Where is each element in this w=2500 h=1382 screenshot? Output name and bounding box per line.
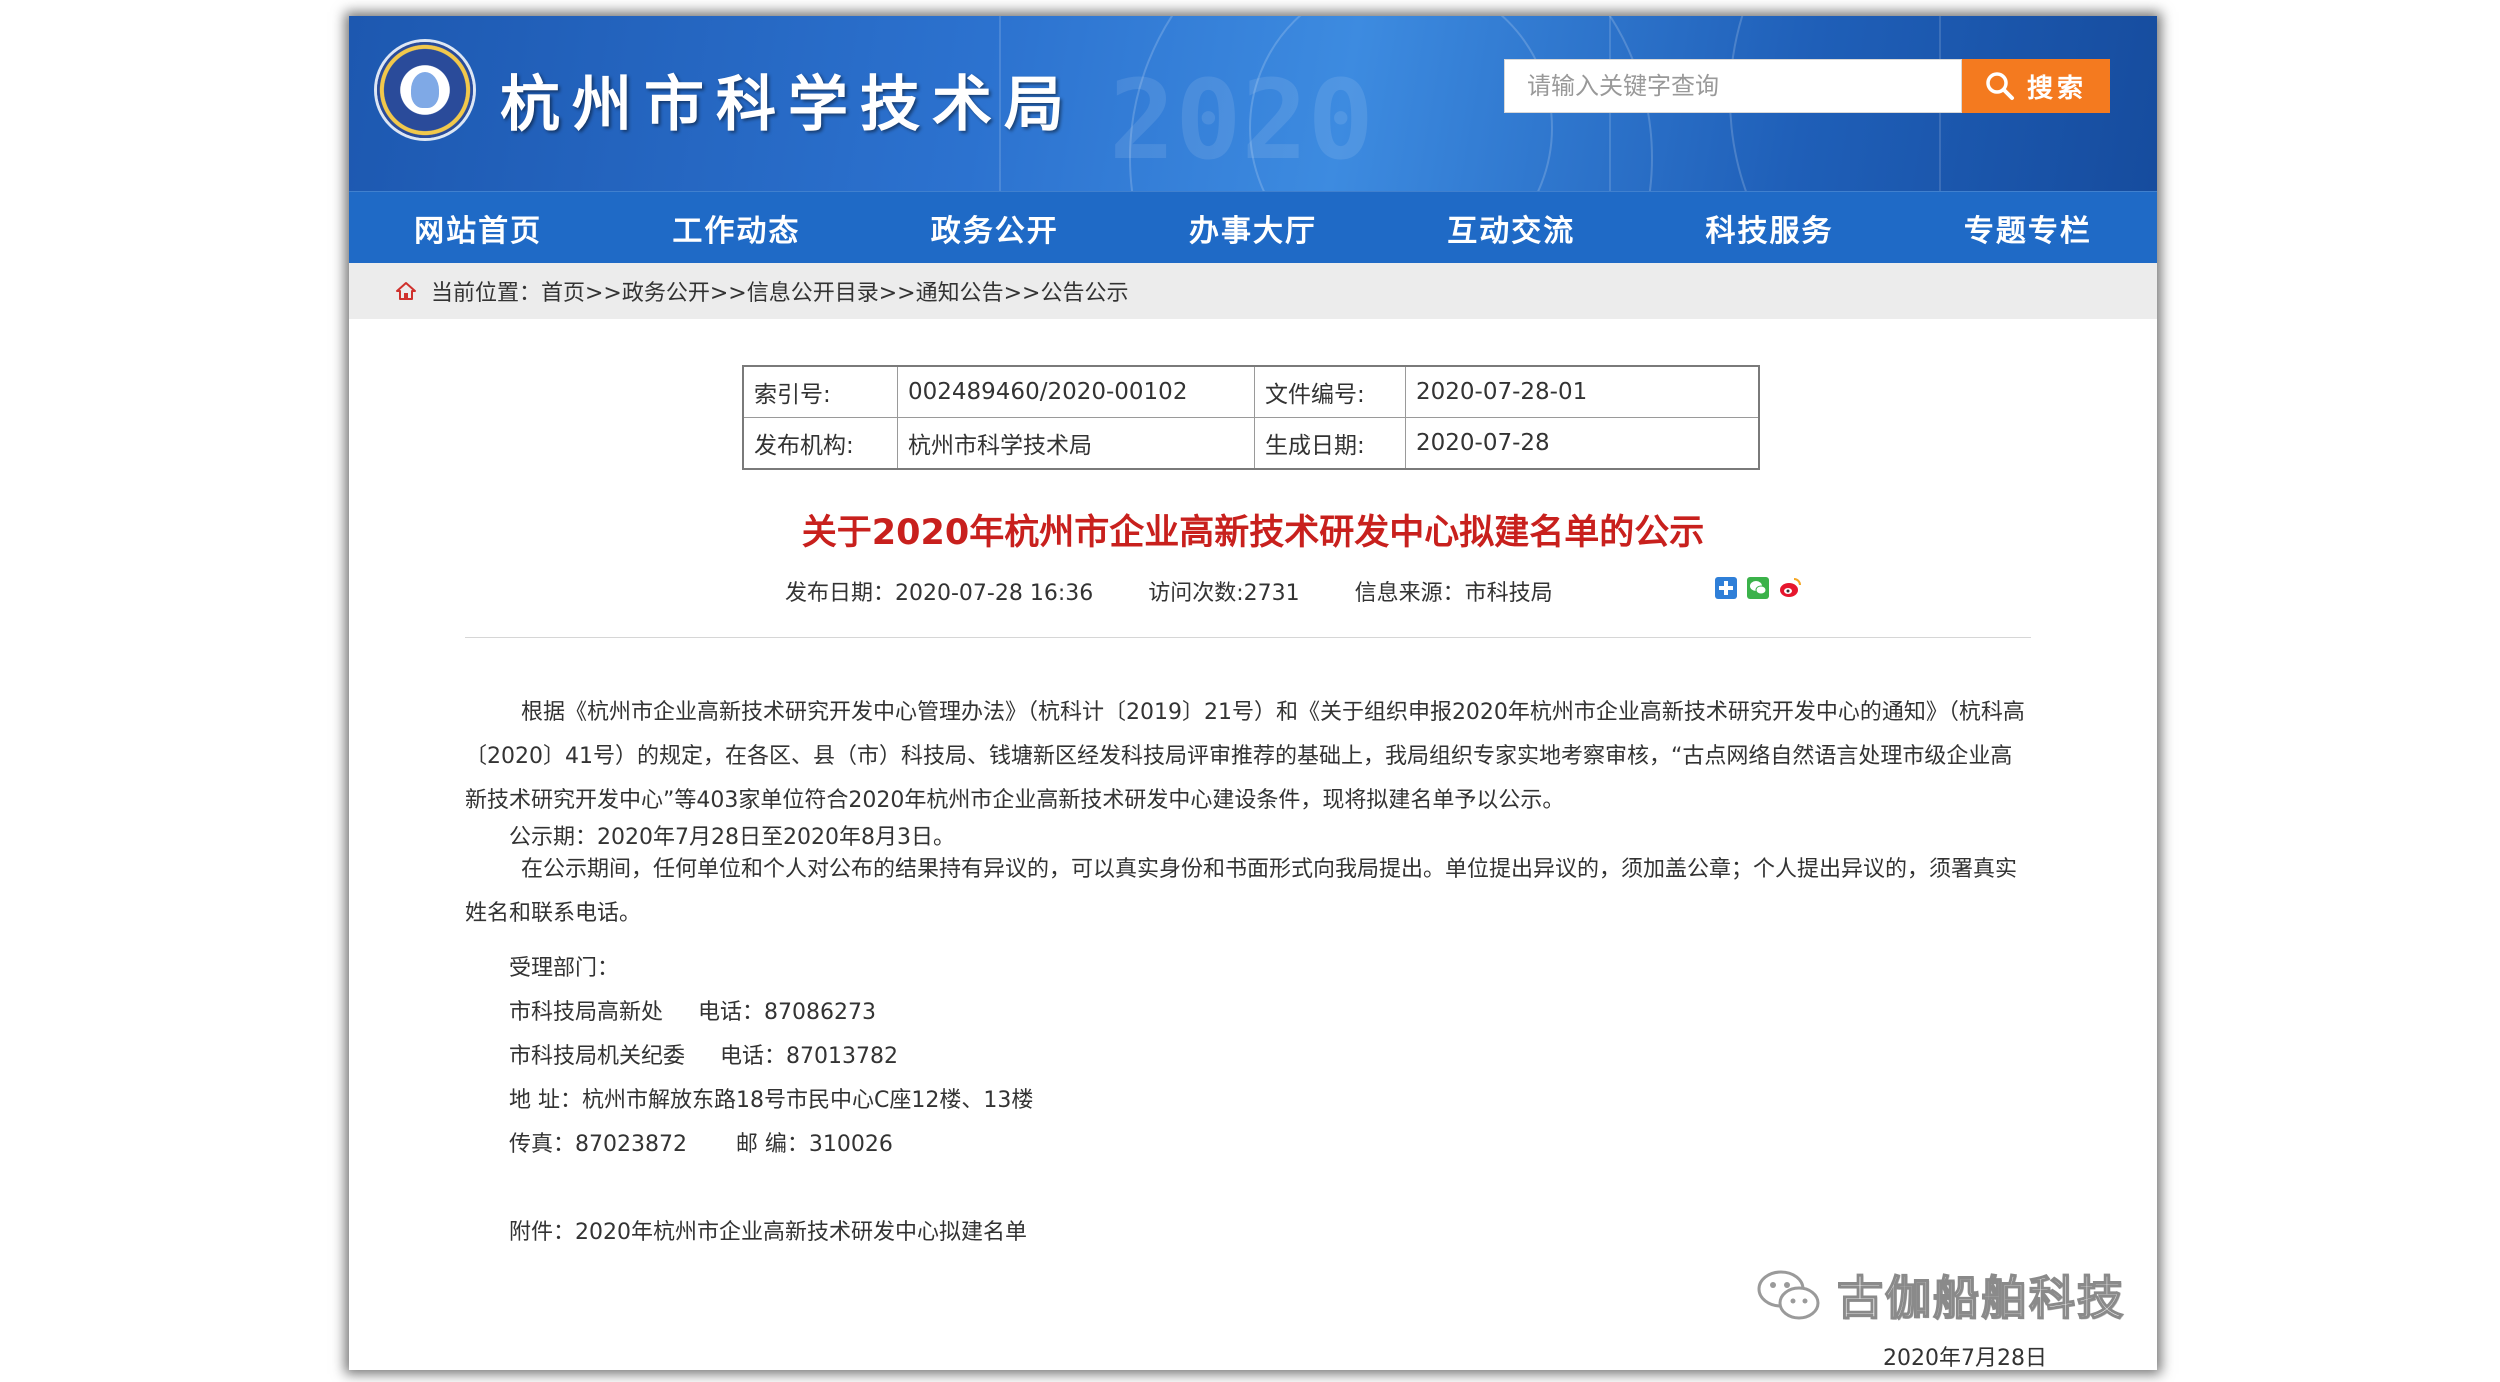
date-value: 2020-07-28	[1405, 417, 1760, 470]
article-info-line: 发布日期：2020-07-28 16:36 访问次数:2731 信息来源：市科技…	[785, 575, 1601, 607]
search-button-label: 搜索	[2026, 73, 2087, 104]
divider	[465, 637, 2031, 638]
date-label: 生成日期:	[1254, 417, 1406, 470]
dept-label: 受理部门：	[509, 956, 620, 981]
address: 地 址：杭州市解放东路18号市民中心C座12楼、13楼	[509, 1088, 1034, 1113]
nav-item-interaction[interactable]: 互动交流	[1382, 192, 1640, 264]
dept-contact-1: 市科技局高新处 电话：87086273	[509, 1000, 876, 1025]
publisher-value: 杭州市科学技术局	[897, 417, 1255, 470]
header-decoration-number: 2020	[1109, 56, 1374, 184]
wechat-share-icon[interactable]	[1746, 576, 1770, 600]
wechat-watermark-icon	[1757, 1270, 1820, 1320]
share-buttons	[1714, 576, 1802, 600]
fax-postcode: 传真：87023872 邮 编：310026	[509, 1132, 893, 1157]
share-plus-icon[interactable]	[1714, 576, 1738, 600]
watermark-text: 古伽船舶科技	[1836, 1270, 2125, 1326]
article-title: 关于2020年杭州市企业高新技术研发中心拟建名单的公示	[801, 513, 1705, 553]
search-input[interactable]: 请输入关键字查询	[1504, 59, 1962, 113]
index-label: 索引号:	[742, 365, 898, 418]
doc-no-label: 文件编号:	[1254, 365, 1406, 418]
document-meta-table: 索引号: 002489460/2020-00102 文件编号: 2020-07-…	[742, 365, 1760, 470]
nav-item-government-affairs[interactable]: 政务公开	[866, 192, 1124, 264]
attachment-link[interactable]: 附件：2020年杭州市企业高新技术研发中心拟建名单	[509, 1214, 1027, 1246]
nav-item-work-news[interactable]: 工作动态	[607, 192, 865, 264]
weibo-share-icon[interactable]	[1778, 576, 1802, 600]
nav-item-home[interactable]: 网站首页	[349, 192, 607, 264]
article-paragraph-2: 在公示期间，任何单位和个人对公布的结果持有异议的，可以真实身份和书面形式向我局提…	[465, 857, 2017, 926]
site-header: 2020 杭州市科学技术局 请输入关键字查询 搜索	[349, 16, 2157, 191]
breadcrumb: 当前位置：首页>>政务公开>>信息公开目录>>通知公告>>公告公示	[349, 263, 2157, 319]
logo-emblem-icon[interactable]	[377, 42, 473, 138]
nav-item-tech-services[interactable]: 科技服务	[1640, 192, 1898, 264]
page-frame: 2020 杭州市科学技术局 请输入关键字查询 搜索 网站首页 工作动态 政务公开…	[349, 16, 2157, 1370]
breadcrumb-text[interactable]: 当前位置：首页>>政务公开>>信息公开目录>>通知公告>>公告公示	[431, 275, 1128, 307]
dept-contact-2: 市科技局机关纪委 电话：87013782	[509, 1044, 898, 1069]
info-source: 信息来源：市科技局	[1354, 581, 1553, 606]
main-nav: 网站首页 工作动态 政务公开 办事大厅 互动交流 科技服务 专题专栏	[349, 191, 2157, 264]
home-icon	[396, 282, 416, 300]
visit-count: 访问次数:2731	[1148, 581, 1300, 606]
site-title[interactable]: 杭州市科学技术局	[500, 56, 1076, 143]
index-value: 002489460/2020-00102	[897, 365, 1255, 418]
search-icon	[1986, 72, 2014, 100]
footer-date: 2020年7月28日	[1883, 1346, 2047, 1370]
publisher-label: 发布机构:	[742, 417, 898, 470]
publicity-period: 公示期：2020年7月28日至2020年8月3日。	[509, 825, 955, 850]
search-button[interactable]: 搜索	[1962, 59, 2110, 113]
nav-item-special-topics[interactable]: 专题专栏	[1899, 192, 2157, 264]
publish-date: 发布日期：2020-07-28 16:36	[785, 581, 1094, 606]
doc-no-value: 2020-07-28-01	[1405, 365, 1760, 418]
nav-item-service-hall[interactable]: 办事大厅	[1124, 192, 1382, 264]
watermark: 古伽船舶科技	[1755, 1262, 2125, 1328]
article-paragraph-1: 根据《杭州市企业高新技术研究开发中心管理办法》（杭科计〔2019〕21号）和《关…	[465, 700, 2025, 813]
